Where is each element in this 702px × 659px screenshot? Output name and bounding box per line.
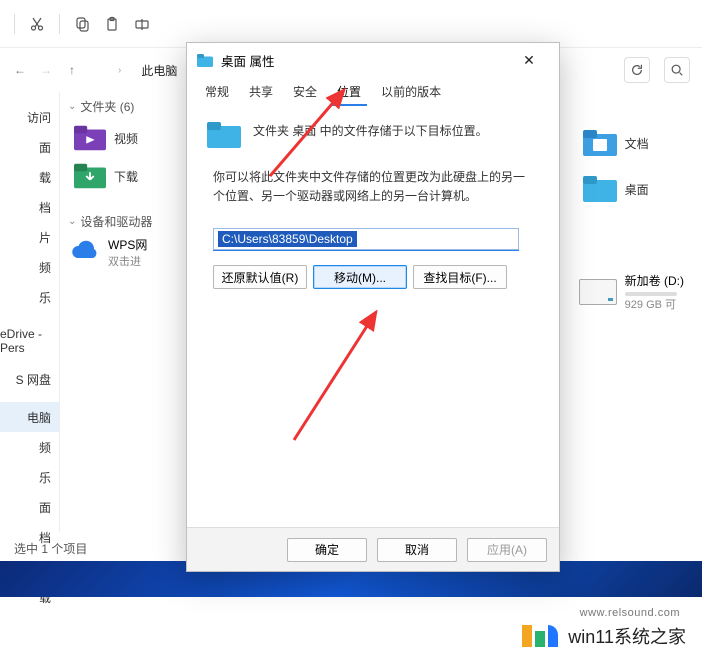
sidebar-item[interactable]: 档 [0, 192, 59, 222]
properties-dialog: 桌面 属性 ✕ 常规 共享 安全 位置 以前的版本 文件夹 桌面 中的文件存储于… [186, 42, 560, 572]
desktop-folder-icon [583, 176, 617, 202]
ok-button[interactable]: 确定 [287, 538, 367, 562]
sidebar-onedrive[interactable]: eDrive - Pers [0, 326, 59, 356]
drive-free-label: 929 GB 可 [625, 296, 684, 312]
back-icon[interactable]: ← [12, 62, 28, 78]
cancel-button[interactable]: 取消 [377, 538, 457, 562]
dialog-footer: 确定 取消 应用(A) [187, 527, 559, 571]
move-button[interactable]: 移动(M)... [313, 265, 407, 289]
tab-general[interactable]: 常规 [195, 79, 239, 104]
top-toolbar [0, 0, 702, 48]
status-bar: 选中 1 个项目 [14, 540, 87, 557]
folder-item-desktop[interactable]: 桌面 [583, 176, 684, 202]
pc-icon [90, 63, 108, 77]
video-folder-icon [74, 123, 106, 153]
group-header-drives[interactable]: ⌄ 设备和驱动器 [68, 213, 190, 230]
left-sidebar: 访问 面 载 档 片 频 乐 eDrive - Pers S 网盘 电脑 频 乐… [0, 92, 60, 532]
dialog-desc2: 你可以将此文件夹中文件存储的位置更改为此硬盘上的另一个位置、另一个驱动器或网络上… [213, 168, 533, 206]
item-label: WPS网 [108, 236, 147, 253]
sidebar-item[interactable]: 片 [0, 222, 59, 252]
sidebar-item[interactable]: 面 [0, 132, 59, 162]
sidebar-item[interactable]: 访问 [0, 102, 59, 132]
apply-button: 应用(A) [467, 538, 547, 562]
forward-icon: → [38, 62, 54, 78]
item-label: 文档 [625, 135, 649, 152]
rename-icon[interactable] [134, 16, 150, 32]
sidebar-thispc[interactable]: 电脑 [0, 402, 59, 432]
item-sublabel: 双击进 [108, 253, 147, 269]
group-header-label: 设备和驱动器 [80, 213, 152, 230]
copy-icon[interactable] [74, 16, 90, 32]
paste-icon[interactable] [104, 16, 120, 32]
up-icon[interactable]: ↑ [64, 62, 80, 78]
cloud-icon [70, 240, 100, 265]
breadcrumb-item[interactable]: 此电脑 [131, 56, 187, 85]
chevron-down-icon: ⌄ [68, 101, 76, 112]
tab-share[interactable]: 共享 [239, 79, 283, 104]
tab-location[interactable]: 位置 [327, 79, 371, 104]
sidebar-wps[interactable]: S 网盘 [0, 364, 59, 394]
drive-label: 新加卷 (D:) [625, 272, 684, 289]
dialog-titlebar: 桌面 属性 ✕ [187, 43, 559, 77]
docs-folder-icon [583, 130, 617, 156]
download-folder-icon [74, 161, 106, 191]
path-input[interactable]: C:\Users\83859\Desktop [218, 231, 357, 247]
close-button[interactable]: ✕ [509, 46, 549, 74]
desktop-folder-icon [207, 122, 241, 148]
watermark: win11系统之家 [522, 623, 686, 649]
path-input-wrap: C:\Users\83859\Desktop [213, 228, 519, 250]
tab-security[interactable]: 安全 [283, 79, 327, 104]
folder-item-docs[interactable]: 文档 [583, 130, 684, 156]
sidebar-item[interactable]: 面 [0, 492, 59, 522]
dialog-tabs: 常规 共享 安全 位置 以前的版本 [187, 77, 559, 104]
sidebar-item[interactable]: 乐 [0, 462, 59, 492]
watermark-url: www.relsound.com [580, 607, 680, 619]
dialog-title: 桌面 属性 [221, 51, 274, 70]
restore-defaults-button[interactable]: 还原默认值(R) [213, 265, 307, 289]
folder-item-download[interactable]: 下载 [74, 161, 184, 191]
content-right: 文档 桌面 新加卷 (D:) 929 GB 可 [583, 130, 684, 312]
drive-item-wps[interactable]: WPS网 双击进 [70, 236, 188, 269]
sidebar-item[interactable]: 频 [0, 432, 59, 462]
refresh-button[interactable] [624, 57, 650, 83]
drive-item-d[interactable]: 新加卷 (D:) 929 GB 可 [583, 272, 684, 312]
sidebar-item[interactable]: 载 [0, 162, 59, 192]
item-label: 桌面 [625, 181, 649, 198]
group-header-label: 文件夹 (6) [80, 98, 134, 115]
search-button[interactable] [664, 57, 690, 83]
chevron-icon: › [118, 65, 121, 76]
folder-icon [197, 54, 213, 67]
chevron-down-icon: ⌄ [68, 216, 76, 227]
group-header-folders[interactable]: ⌄ 文件夹 (6) [68, 98, 190, 115]
sidebar-item[interactable]: 乐 [0, 282, 59, 312]
cut-icon[interactable] [29, 16, 45, 32]
dialog-desc1: 文件夹 桌面 中的文件存储于以下目标位置。 [253, 122, 488, 139]
item-label: 下载 [114, 168, 138, 185]
sidebar-item[interactable]: 频 [0, 252, 59, 282]
find-target-button[interactable]: 查找目标(F)... [413, 265, 507, 289]
folder-item-video[interactable]: 视频 [74, 123, 184, 153]
content-area: ⌄ 文件夹 (6) 视频 下载 ⌄ 设备和驱动器 WPS网 双击 [60, 92, 198, 532]
drive-icon [579, 279, 617, 305]
watermark-text: win11系统之家 [568, 623, 686, 649]
tab-versions[interactable]: 以前的版本 [371, 79, 451, 104]
dialog-body: 文件夹 桌面 中的文件存储于以下目标位置。 你可以将此文件夹中文件存储的位置更改… [187, 104, 559, 301]
item-label: 视频 [114, 130, 138, 147]
watermark-logo-icon [522, 625, 558, 647]
